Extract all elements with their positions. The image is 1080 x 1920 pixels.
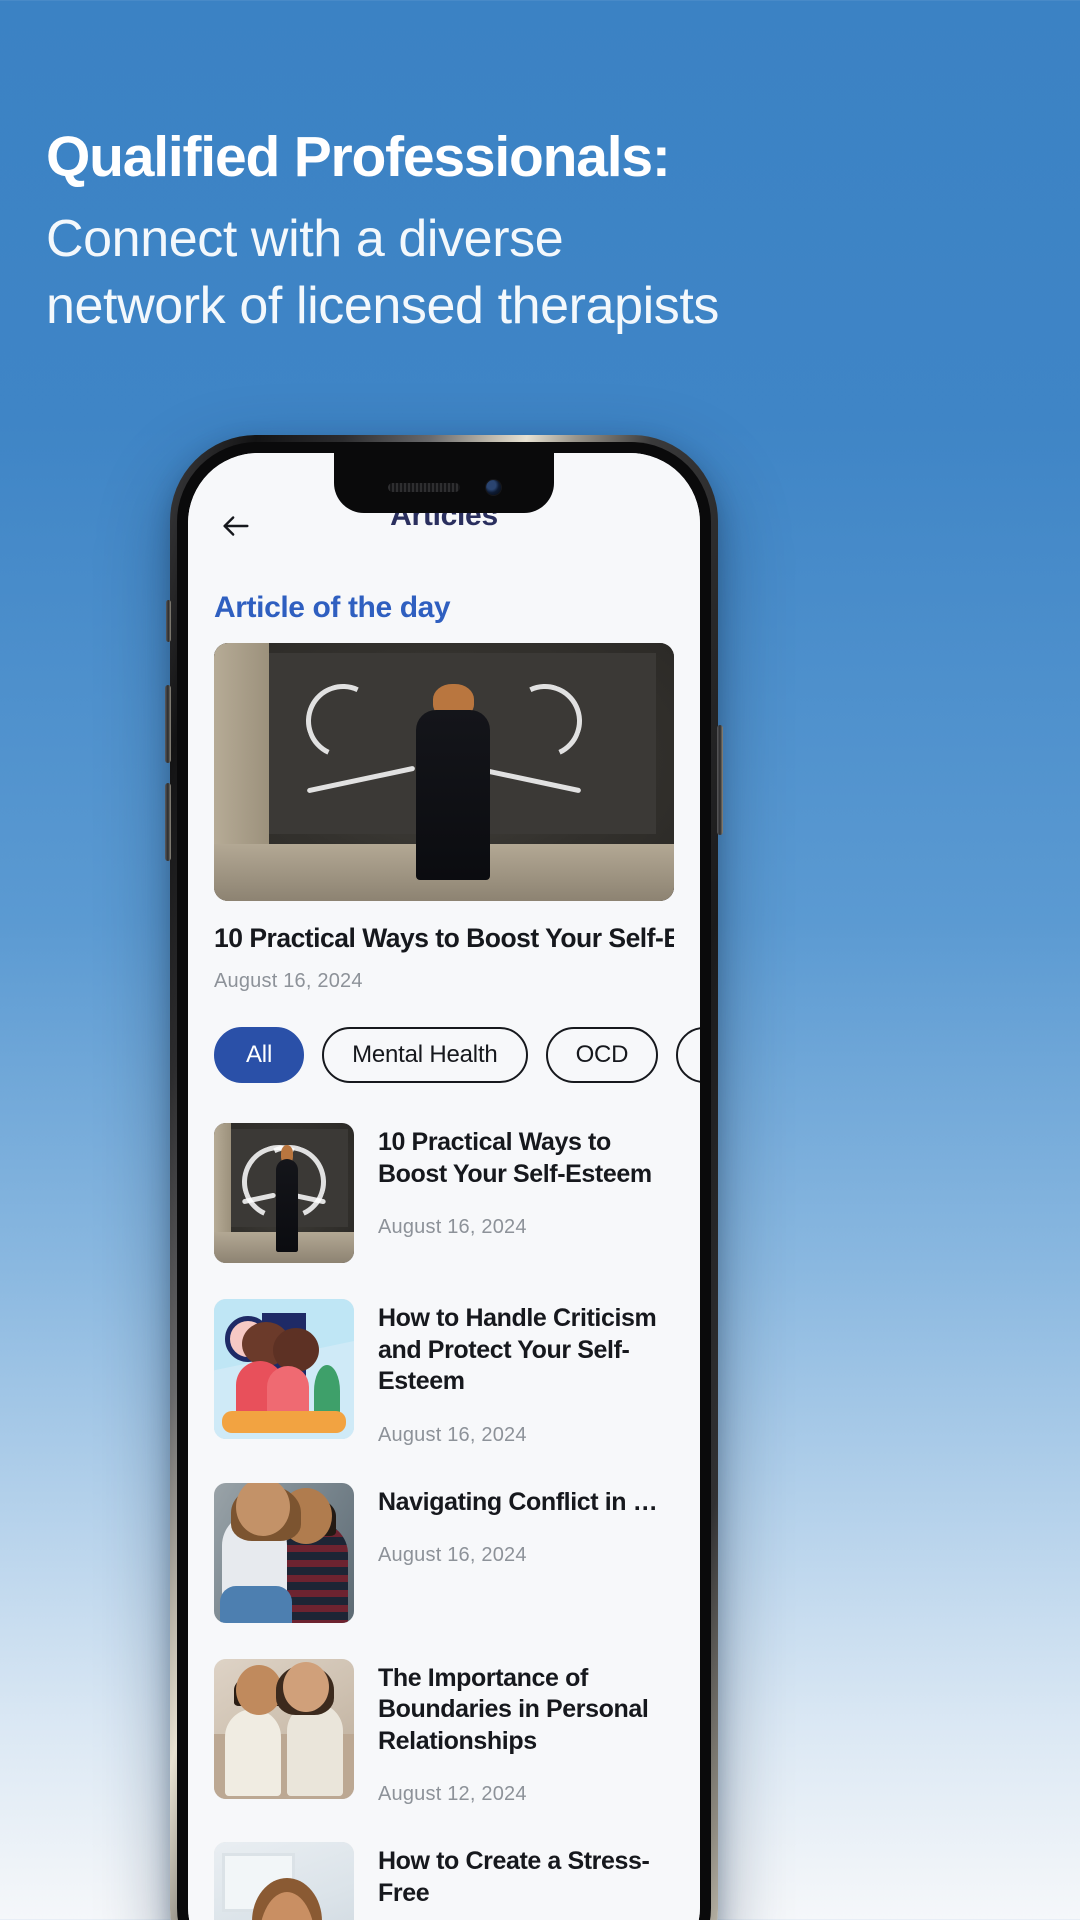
article-date: August 16, 2024 — [378, 1216, 527, 1238]
device-notch — [334, 453, 554, 513]
article-title: The Importance of Boundaries in Personal… — [378, 1663, 649, 1755]
featured-article-date: August 16, 2024 — [214, 970, 363, 992]
section-title-article-of-the-day: Article of the day — [214, 591, 451, 624]
article-thumbnail — [214, 1123, 354, 1263]
list-item[interactable]: 10 Practical Ways to Boost Your Self-Est… — [214, 1105, 674, 1281]
phone-bezel: Articles Article of the day 10 Practical… — [177, 442, 711, 1920]
articles-scroll-area[interactable]: Article of the day 10 Practical Ways to … — [188, 565, 700, 1920]
filter-chip-mental-health[interactable]: Mental Health — [322, 1027, 528, 1083]
filter-chip-bpd[interactable]: BPD — [676, 1027, 700, 1083]
article-date: August 16, 2024 — [378, 1423, 527, 1446]
list-item[interactable]: The Importance of Boundaries in Personal… — [214, 1641, 674, 1825]
volume-up-button[interactable] — [165, 685, 171, 763]
article-thumbnail — [214, 1482, 354, 1623]
promo-copy: Qualified Professionals: Connect with a … — [46, 125, 1026, 341]
featured-article-image — [214, 643, 674, 901]
phone-mockup: Articles Article of the day 10 Practical… — [165, 435, 723, 1920]
article-thumbnail — [214, 1299, 354, 1439]
filter-chip-all[interactable]: All — [214, 1027, 305, 1083]
featured-article-card[interactable]: 10 Practical Ways to Boost Your Self-Est… — [188, 643, 700, 993]
promo-headline: Qualified Professionals: — [46, 125, 671, 189]
category-filter-row[interactable]: All Mental Health OCD BPD CP — [188, 993, 700, 1083]
article-list: 10 Practical Ways to Boost Your Self-Est… — [188, 1083, 700, 1920]
article-thumbnail — [214, 1842, 354, 1920]
article-date: August 12, 2024 — [378, 1783, 527, 1805]
front-camera-icon — [485, 479, 501, 495]
silent-switch[interactable] — [166, 600, 171, 642]
article-title: 10 Practical Ways to Boost Your Self-Est… — [378, 1128, 652, 1188]
list-item[interactable]: How to Handle Criticism and Protect Your… — [214, 1281, 674, 1465]
power-button[interactable] — [717, 725, 723, 835]
filter-chip-ocd[interactable]: OCD — [545, 1027, 659, 1083]
article-date: August 16, 2024 — [378, 1544, 527, 1566]
list-item[interactable]: Navigating Conflict in Relationships: St… — [214, 1465, 674, 1641]
article-thumbnail — [214, 1658, 354, 1799]
article-title: How to Create a Stress-Free — [378, 1847, 650, 1907]
promo-subheadline: Connect with a diverse network of licens… — [46, 206, 1026, 341]
article-title: How to Handle Criticism and Protect Your… — [378, 1304, 657, 1395]
promo-subheadline-line-2: network of licensed therapists — [46, 277, 720, 336]
list-item[interactable]: How to Create a Stress-Free — [214, 1824, 674, 1920]
featured-article-title: 10 Practical Ways to Boost Your Self-Est… — [214, 923, 674, 953]
promo-subheadline-line-1: Connect with a diverse — [46, 209, 564, 268]
phone-screen: Articles Article of the day 10 Practical… — [188, 453, 700, 1920]
volume-down-button[interactable] — [165, 783, 171, 861]
speaker-grille-icon — [387, 482, 460, 492]
article-title: Navigating Conflict in Relationships: St… — [378, 1487, 674, 1516]
